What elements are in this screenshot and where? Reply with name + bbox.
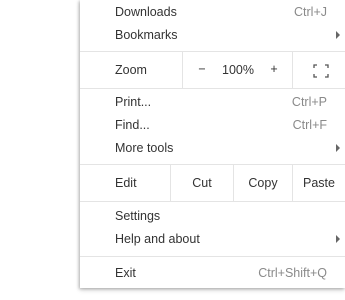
menu-item-exit[interactable]: Exit Ctrl+Shift+Q bbox=[80, 262, 345, 285]
edit-label: Edit bbox=[115, 176, 137, 190]
edit-row: Edit Cut Copy Paste bbox=[80, 165, 345, 201]
fullscreen-icon[interactable] bbox=[313, 64, 329, 78]
shortcut-text: Ctrl+J bbox=[294, 5, 327, 19]
submenu-arrow-icon bbox=[336, 144, 340, 152]
menu-item-print[interactable]: Print... Ctrl+P bbox=[80, 91, 345, 114]
menu-item-label: Help and about bbox=[115, 232, 200, 246]
menu-item-bookmarks[interactable]: Bookmarks bbox=[80, 24, 345, 47]
separator bbox=[80, 256, 345, 257]
zoom-in-button[interactable]: + bbox=[266, 62, 282, 76]
menu-item-downloads[interactable]: Downloads Ctrl+J bbox=[80, 1, 345, 24]
copy-button[interactable]: Copy bbox=[234, 165, 292, 201]
divider bbox=[182, 52, 183, 88]
paste-button[interactable]: Paste bbox=[293, 165, 345, 201]
zoom-label: Zoom bbox=[115, 63, 147, 77]
menu-item-label: Exit bbox=[115, 266, 136, 280]
menu-item-label: Settings bbox=[115, 209, 161, 223]
shortcut-text: Ctrl+Shift+Q bbox=[258, 266, 327, 280]
menu-item-label: Find... bbox=[115, 118, 150, 132]
menu-item-settings[interactable]: Settings bbox=[80, 205, 345, 228]
zoom-out-button[interactable]: − bbox=[194, 62, 210, 76]
menu-item-label: Print... bbox=[115, 95, 152, 109]
separator bbox=[80, 201, 345, 202]
menu-item-label: Bookmarks bbox=[115, 28, 178, 42]
menu-item-find[interactable]: Find... Ctrl+F bbox=[80, 114, 345, 137]
browser-menu: Downloads Ctrl+J Bookmarks Zoom − 100% +… bbox=[80, 0, 345, 288]
separator bbox=[80, 88, 345, 89]
menu-item-label: Downloads bbox=[115, 5, 177, 19]
zoom-row: Zoom − 100% + bbox=[80, 52, 345, 88]
shortcut-text: Ctrl+P bbox=[291, 95, 327, 109]
menu-item-more-tools[interactable]: More tools bbox=[80, 137, 345, 160]
shortcut-text: Ctrl+F bbox=[292, 118, 327, 132]
divider bbox=[292, 52, 293, 88]
menu-item-help[interactable]: Help and about bbox=[80, 228, 345, 251]
submenu-arrow-icon bbox=[336, 31, 340, 39]
zoom-level: 100% bbox=[222, 63, 254, 77]
submenu-arrow-icon bbox=[336, 235, 340, 243]
cut-button[interactable]: Cut bbox=[171, 165, 233, 201]
menu-item-label: More tools bbox=[115, 141, 174, 155]
